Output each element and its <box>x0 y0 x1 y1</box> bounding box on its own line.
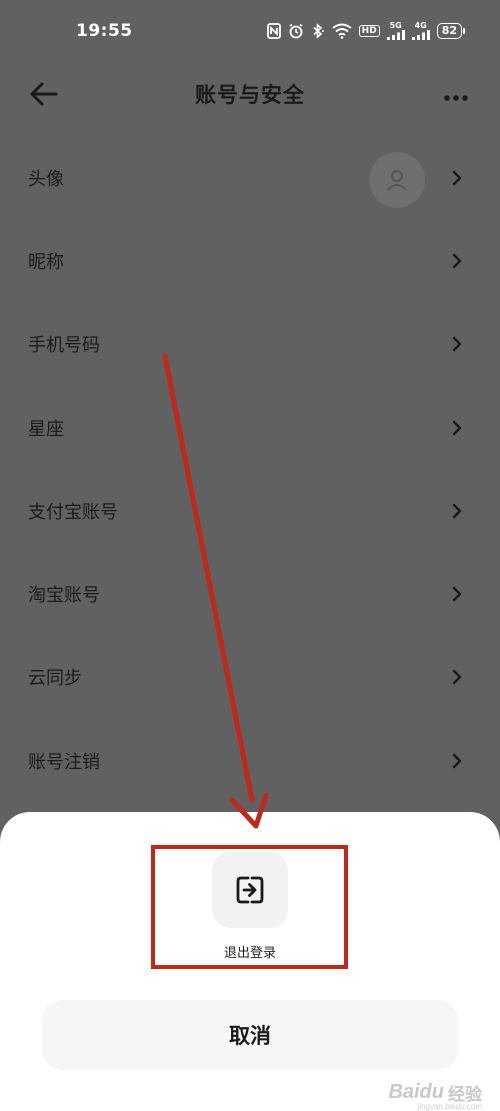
bluetooth-icon <box>311 23 325 39</box>
row-label: 账号注销 <box>28 751 100 773</box>
row-label: 淘宝账号 <box>28 585 100 607</box>
watermark-sub: jingyan.baidu.com <box>417 1102 482 1111</box>
action-sheet: 退出登录 取消 Baidu 经验 jingyan.baidu.com <box>0 812 500 1111</box>
row-account-deletion[interactable]: 账号注销 <box>0 719 500 802</box>
more-options-icon[interactable] <box>444 88 468 101</box>
row-label: 手机号码 <box>28 335 100 357</box>
watermark-brand: Baidu <box>388 1081 444 1103</box>
nfc-icon <box>266 23 281 39</box>
row-label: 星座 <box>28 418 64 440</box>
chevron-right-icon <box>452 586 462 602</box>
row-cloud-sync[interactable]: 云同步 <box>0 636 500 719</box>
signal-4g-icon: 4G <box>411 21 430 40</box>
row-taobao-account[interactable]: 淘宝账号 <box>0 552 500 635</box>
status-bar: 19:55 HD 5G 4G 82 <box>0 0 500 62</box>
status-time: 19:55 <box>76 21 133 41</box>
chevron-right-icon <box>452 170 462 185</box>
row-alipay-account[interactable]: 支付宝账号 <box>0 469 500 552</box>
row-zodiac[interactable]: 星座 <box>0 386 500 469</box>
row-label: 支付宝账号 <box>28 501 118 523</box>
signal-5g-icon: 5G <box>386 21 405 40</box>
row-nickname[interactable]: 昵称 <box>0 219 500 302</box>
settings-list: 头像 昵称 手机号码 星座 支付宝账号 淘宝账号 云同步 账号注销 <box>0 136 500 802</box>
chevron-right-icon <box>452 670 462 685</box>
wifi-icon <box>332 23 352 39</box>
battery-indicator: 82 <box>436 23 466 39</box>
chevron-right-icon <box>452 420 462 435</box>
logout-button[interactable]: 退出登录 <box>200 852 300 972</box>
row-avatar[interactable]: 头像 <box>0 136 500 219</box>
chevron-right-icon <box>452 503 462 519</box>
alarm-icon <box>288 23 304 39</box>
app-bar: 账号与安全 <box>0 62 500 126</box>
cancel-button[interactable]: 取消 <box>42 1000 458 1070</box>
back-arrow-icon[interactable] <box>28 80 60 108</box>
row-label: 头像 <box>28 168 64 190</box>
hd-badge: HD <box>358 25 380 37</box>
row-label: 云同步 <box>28 668 82 690</box>
logout-tile[interactable] <box>212 852 288 928</box>
signal-5g-label: 5G <box>389 21 402 30</box>
logout-label: 退出登录 <box>223 946 276 961</box>
chevron-right-icon <box>452 753 462 768</box>
row-phone-number[interactable]: 手机号码 <box>0 303 500 386</box>
status-icons: HD 5G 4G 82 <box>266 21 466 40</box>
avatar[interactable] <box>369 152 425 208</box>
signal-4g-label: 4G <box>414 21 427 30</box>
page-title: 账号与安全 <box>195 83 305 107</box>
baidu-watermark: Baidu 经验 jingyan.baidu.com <box>388 1080 482 1111</box>
chevron-right-icon <box>452 337 462 352</box>
row-label: 昵称 <box>28 251 64 273</box>
chevron-right-icon <box>452 253 462 269</box>
logout-icon <box>236 876 264 904</box>
